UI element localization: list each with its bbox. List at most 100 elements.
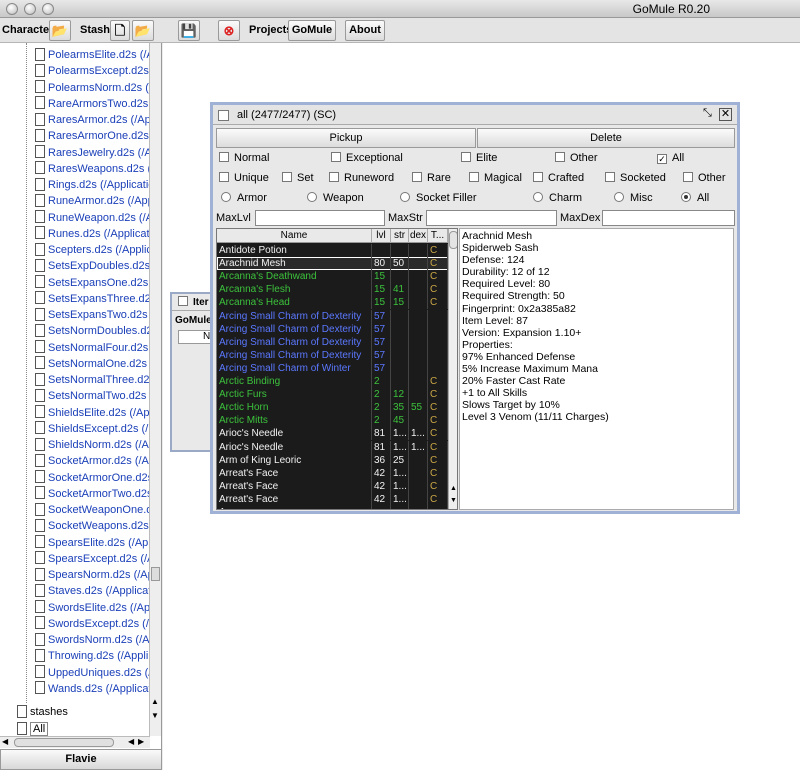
item-table[interactable]: Name lvl str dex T... Antidote Potion C Arachn… bbox=[216, 228, 458, 510]
checkbox-icon[interactable] bbox=[461, 152, 471, 162]
maxstr-input[interactable] bbox=[426, 210, 557, 226]
checkbox-icon[interactable] bbox=[219, 152, 229, 162]
zoom-window-button[interactable] bbox=[42, 3, 54, 15]
table-row[interactable]: Arctic Binding 2 C bbox=[217, 375, 448, 388]
type-filter-unique[interactable]: Unique bbox=[219, 172, 269, 184]
close-window-button[interactable] bbox=[6, 3, 18, 15]
about-button[interactable]: About bbox=[345, 20, 385, 41]
checkbox-icon[interactable] bbox=[329, 172, 339, 182]
quality-filter-other[interactable]: Other bbox=[555, 152, 598, 164]
type-filter-rare[interactable]: Rare bbox=[412, 172, 451, 184]
maxlvl-input[interactable] bbox=[255, 210, 385, 226]
scroll-down-arrow-icon[interactable]: ▼ bbox=[151, 711, 159, 720]
quality-filter-all[interactable]: ✓ All bbox=[657, 152, 684, 164]
table-row[interactable]: Arioc's Needle 81 1... 1... C bbox=[217, 440, 448, 454]
table-row[interactable]: Arcanna's Deathwand 15 C bbox=[217, 270, 448, 284]
category-radio-armor[interactable]: Armor bbox=[221, 192, 267, 204]
radio-icon[interactable] bbox=[307, 192, 317, 202]
checkbox-icon[interactable] bbox=[605, 172, 615, 182]
table-row[interactable]: Arrows bbox=[217, 506, 448, 509]
table-row[interactable]: Arcing Small Charm of Winter 57 bbox=[217, 361, 448, 375]
type-filter-other[interactable]: Other bbox=[683, 172, 726, 184]
column-header-2[interactable]: str bbox=[391, 229, 409, 243]
scroll-down-arrow-icon[interactable]: ▼ bbox=[450, 497, 457, 504]
table-scroll-thumb[interactable] bbox=[449, 231, 457, 249]
category-radio-misc[interactable]: Misc bbox=[614, 192, 653, 204]
table-row[interactable]: Arcing Small Charm of Dexterity 57 bbox=[217, 309, 448, 323]
tree-hscroll-thumb[interactable] bbox=[14, 738, 114, 747]
checkbox-icon[interactable] bbox=[412, 172, 422, 182]
tree-horizontal-scrollbar[interactable]: ◀ ◀ ▶ bbox=[0, 736, 150, 748]
quality-filter-normal[interactable]: Normal bbox=[219, 152, 269, 164]
character-flavie-button[interactable]: Flavie bbox=[0, 749, 162, 770]
scroll-left-arrow-icon[interactable]: ◀ bbox=[2, 737, 8, 746]
new-stash-button[interactable]: 🗋 bbox=[110, 20, 130, 41]
tree-all-item[interactable]: All bbox=[17, 720, 49, 736]
close-button[interactable]: ⊗ bbox=[218, 20, 240, 41]
checkbox-icon[interactable] bbox=[555, 152, 565, 162]
close-window-icon[interactable]: ✕ bbox=[719, 108, 732, 121]
scroll-right-arrow-icon[interactable]: ◀ bbox=[128, 737, 134, 746]
save-button[interactable]: 💾 bbox=[178, 20, 200, 41]
type-filter-crafted[interactable]: Crafted bbox=[533, 172, 584, 184]
scroll-right-arrow-icon[interactable]: ▶ bbox=[138, 737, 144, 746]
category-radio-all[interactable]: All bbox=[681, 192, 709, 204]
table-row[interactable]: Antidote Potion C bbox=[217, 244, 448, 257]
minimize-window-button[interactable] bbox=[24, 3, 36, 15]
type-filter-runeword[interactable]: Runeword bbox=[329, 172, 394, 184]
checkbox-icon[interactable] bbox=[282, 172, 292, 182]
table-row[interactable]: Arctic Furs 2 12 C bbox=[217, 388, 448, 402]
checkbox-icon[interactable] bbox=[219, 172, 229, 182]
type-filter-socketed[interactable]: Socketed bbox=[605, 172, 666, 184]
quality-filter-elite[interactable]: Elite bbox=[461, 152, 497, 164]
radio-icon[interactable] bbox=[681, 192, 691, 202]
category-radio-socket-filler[interactable]: Socket Filler bbox=[400, 192, 477, 204]
radio-icon[interactable] bbox=[400, 192, 410, 202]
pickup-button[interactable]: Pickup bbox=[216, 128, 476, 148]
table-row[interactable]: Arm of King Leoric 36 25 C bbox=[217, 453, 448, 467]
table-row[interactable]: Arcanna's Flesh 15 41 C bbox=[217, 283, 448, 297]
table-row[interactable]: Arreat's Face 42 1... C bbox=[217, 479, 448, 493]
open-character-button[interactable]: 📂 bbox=[49, 20, 71, 41]
quality-filter-exceptional[interactable]: Exceptional bbox=[331, 152, 403, 164]
checkbox-icon[interactable] bbox=[469, 172, 479, 182]
category-radio-weapon[interactable]: Weapon bbox=[307, 192, 364, 204]
open-stash-button[interactable]: 📂 bbox=[132, 20, 154, 41]
scroll-up-arrow-icon[interactable]: ▲ bbox=[151, 697, 159, 706]
category-radio-charm[interactable]: Charm bbox=[533, 192, 582, 204]
table-row[interactable]: Arachnid Mesh 80 50 C bbox=[217, 257, 448, 271]
item-filter-window[interactable]: all (2477/2477) (SC) ⤡ ✕ Pickup Delete N… bbox=[210, 102, 740, 514]
checkbox-icon[interactable] bbox=[683, 172, 693, 182]
checkbox-icon[interactable]: ✓ bbox=[657, 154, 667, 164]
table-row[interactable]: Arioc's Needle 81 1... 1... C bbox=[217, 427, 448, 441]
table-row[interactable]: Arcing Small Charm of Dexterity 57 bbox=[217, 335, 448, 349]
column-header-3[interactable]: dex bbox=[409, 229, 428, 243]
background-item-window[interactable]: Iter GoMule Na bbox=[170, 292, 218, 452]
radio-icon[interactable] bbox=[614, 192, 624, 202]
restore-window-icon[interactable]: ⤡ bbox=[703, 107, 712, 120]
tree-scroll-thumb[interactable] bbox=[151, 567, 160, 581]
table-row[interactable]: Arctic Mitts 2 45 C bbox=[217, 414, 448, 428]
table-row[interactable]: Arcanna's Head 15 15 C bbox=[217, 296, 448, 310]
type-filter-set[interactable]: Set bbox=[282, 172, 314, 184]
radio-icon[interactable] bbox=[533, 192, 543, 202]
delete-button[interactable]: Delete bbox=[477, 128, 735, 148]
radio-icon[interactable] bbox=[221, 192, 231, 202]
table-row[interactable]: Arreat's Face 42 1... C bbox=[217, 466, 448, 480]
maxdex-input[interactable] bbox=[602, 210, 735, 226]
project-gomule-button[interactable]: GoMule bbox=[288, 20, 336, 41]
column-header-0[interactable]: Name bbox=[217, 229, 372, 243]
column-header-4[interactable]: T... bbox=[428, 229, 448, 243]
table-row[interactable]: Arctic Horn 2 35 55 C bbox=[217, 401, 448, 415]
table-row[interactable]: Arreat's Face 42 1... C bbox=[217, 492, 448, 506]
table-row[interactable]: Arcing Small Charm of Dexterity 57 bbox=[217, 348, 448, 362]
bg-window-tab[interactable]: GoMule bbox=[175, 315, 212, 326]
table-row[interactable]: Arcing Small Charm of Dexterity 57 bbox=[217, 322, 448, 336]
checkbox-icon[interactable] bbox=[331, 152, 341, 162]
scroll-up-arrow-icon[interactable]: ▲ bbox=[450, 485, 457, 492]
tree-vertical-scrollbar[interactable]: ▲ ▼ bbox=[149, 43, 161, 736]
column-header-1[interactable]: lvl bbox=[372, 229, 391, 243]
tree-file-item[interactable]: Wands.d2s (/Applicati bbox=[35, 680, 150, 699]
type-filter-magical[interactable]: Magical bbox=[469, 172, 522, 184]
table-scrollbar[interactable]: ▲ ▼ bbox=[448, 229, 457, 509]
